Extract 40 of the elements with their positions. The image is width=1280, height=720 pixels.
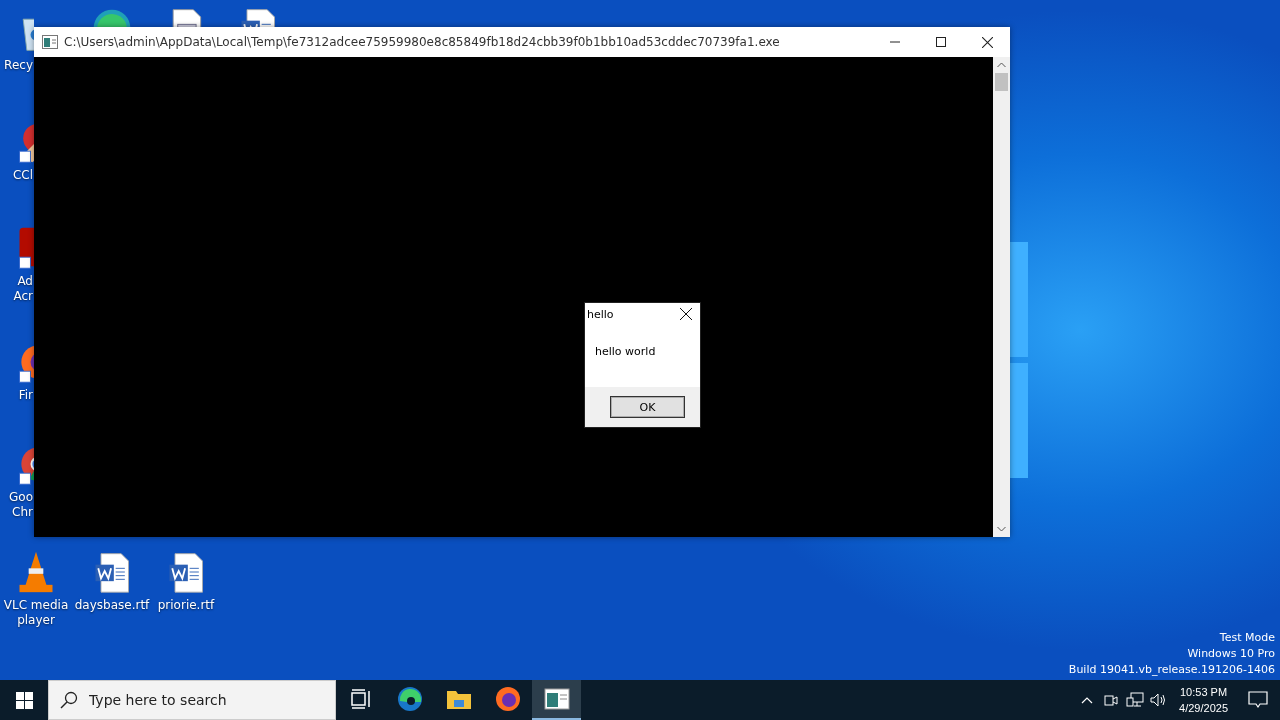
windows-icon	[15, 691, 33, 709]
edge-icon	[396, 686, 423, 712]
close-icon	[680, 308, 692, 320]
icon-label: Ad	[16, 274, 33, 289]
icon-label: VLC media	[3, 598, 69, 613]
system-text: Windows 10 Pro	[1187, 646, 1275, 662]
icon-label: Chr	[11, 505, 33, 520]
dialog-message: hello world	[594, 344, 657, 360]
console-app-icon	[42, 35, 58, 49]
folder-icon	[445, 688, 472, 710]
system-text: Build 19041.vb_release.191206-1406	[1068, 662, 1275, 678]
icon-label: CCl	[11, 168, 33, 183]
close-icon	[981, 36, 993, 48]
icon-label: player	[17, 613, 55, 628]
notification-icon	[1248, 691, 1268, 709]
icon-label: Recy	[3, 58, 33, 73]
console-taskbar-button[interactable]	[532, 680, 581, 720]
task-view-icon	[349, 689, 372, 709]
scrollbar[interactable]	[993, 57, 1010, 537]
firefox-icon	[494, 686, 521, 712]
clock[interactable]: 10:53 PM 4/29/2025	[1171, 680, 1236, 720]
icon-label: daysbase.rtf	[74, 598, 150, 613]
maximize-icon	[936, 37, 946, 47]
dialog-title: hello	[587, 307, 614, 321]
icon-label: priorie.rtf	[157, 598, 215, 613]
ok-button[interactable]: OK	[610, 396, 685, 418]
search-icon	[60, 691, 78, 709]
network-icon	[1126, 692, 1145, 708]
icon-label: Goo	[8, 490, 33, 505]
system-text: Test Mode	[1219, 630, 1275, 646]
chevron-up-icon	[1081, 696, 1094, 704]
icon-label: Fir	[17, 388, 33, 403]
console-app-icon	[543, 688, 570, 710]
icon-label: Acr	[12, 289, 33, 304]
camera-icon	[1103, 692, 1120, 708]
window-title: C:\Users\admin\AppData\Local\Temp\fe7312adcee75959980e8c85849fb18d24cbb39f0b1bb10ad53cddec70739fa1.exe	[64, 35, 781, 49]
clock-time: 10:53 PM	[1180, 685, 1228, 700]
scrollbar-thumb[interactable]	[995, 73, 1008, 91]
search-field[interactable]: Type here to search	[48, 680, 336, 720]
clock-date: 4/29/2025	[1179, 701, 1228, 716]
